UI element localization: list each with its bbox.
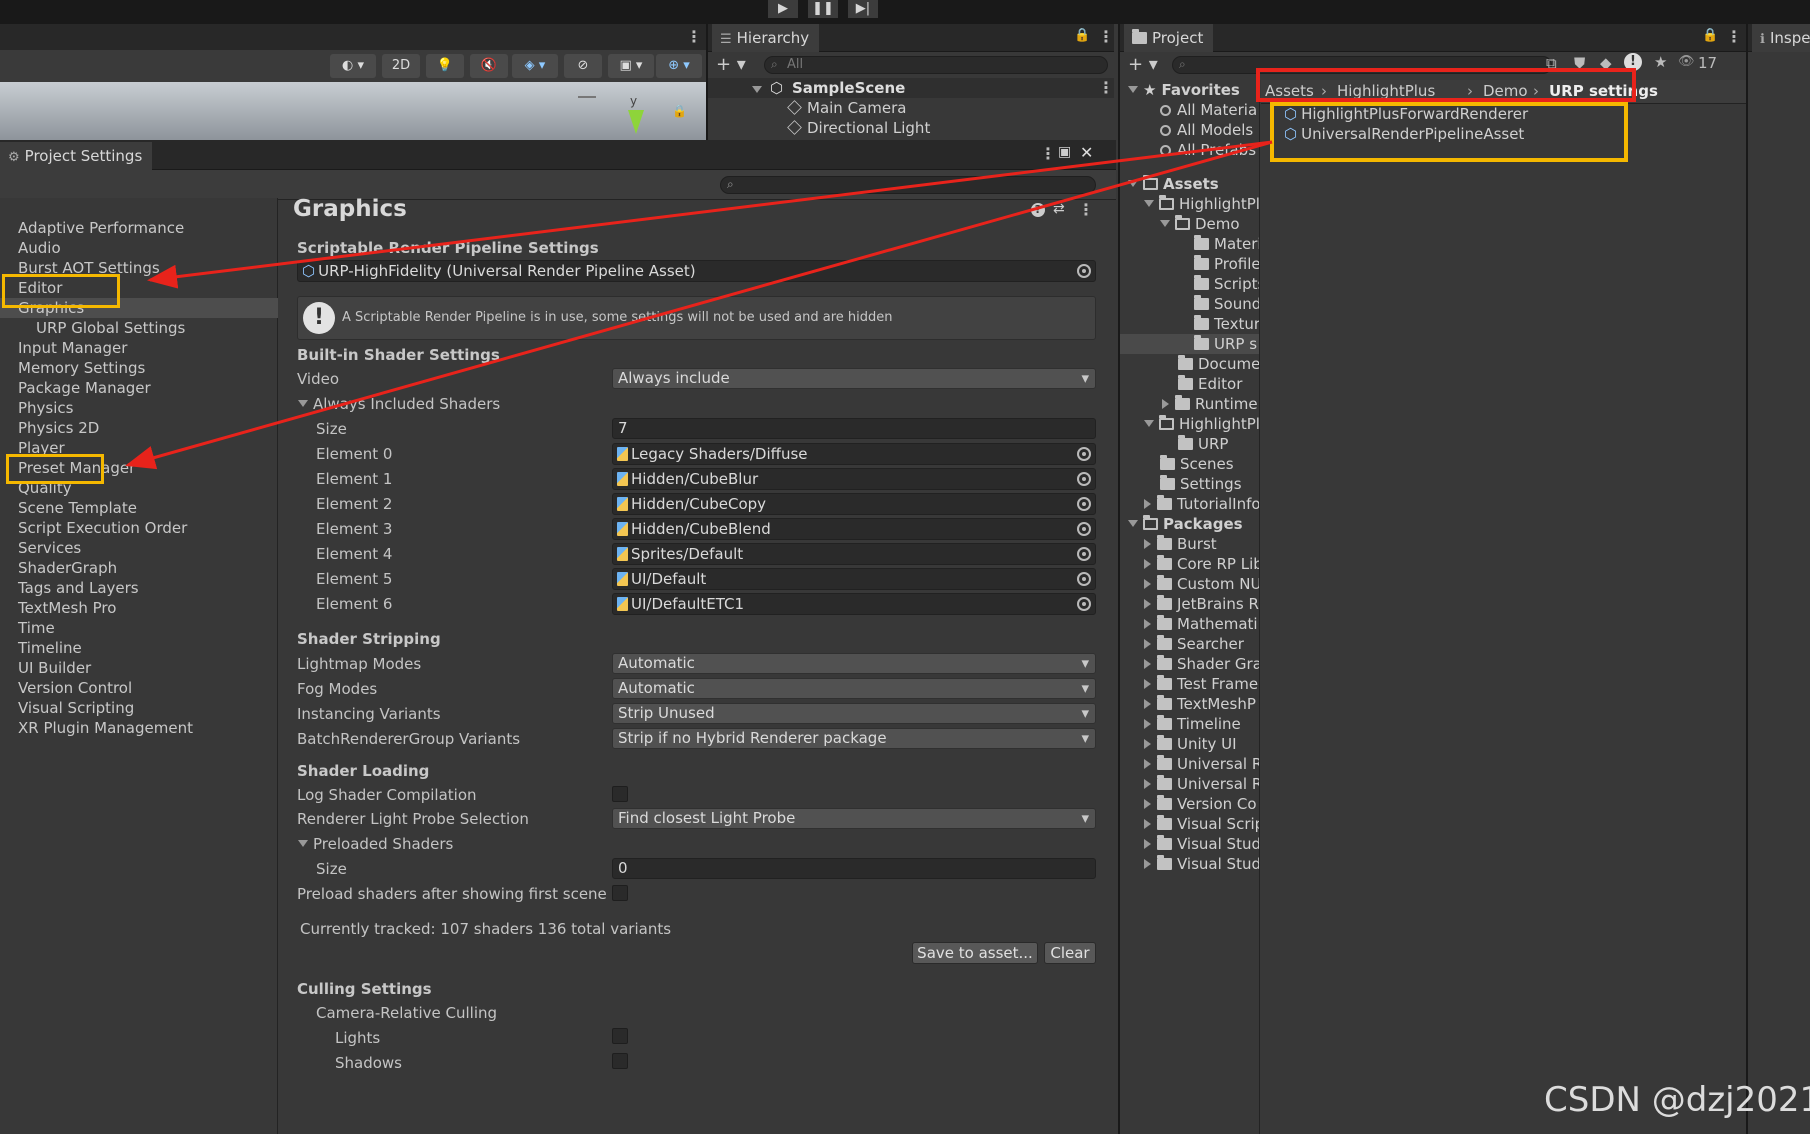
watermark: CSDN @dzj2021 bbox=[1544, 1080, 1810, 1120]
annotation-arrows bbox=[125, 140, 1273, 470]
arrow-to-quality bbox=[125, 140, 1273, 470]
arrow-to-graphics bbox=[147, 140, 1273, 289]
